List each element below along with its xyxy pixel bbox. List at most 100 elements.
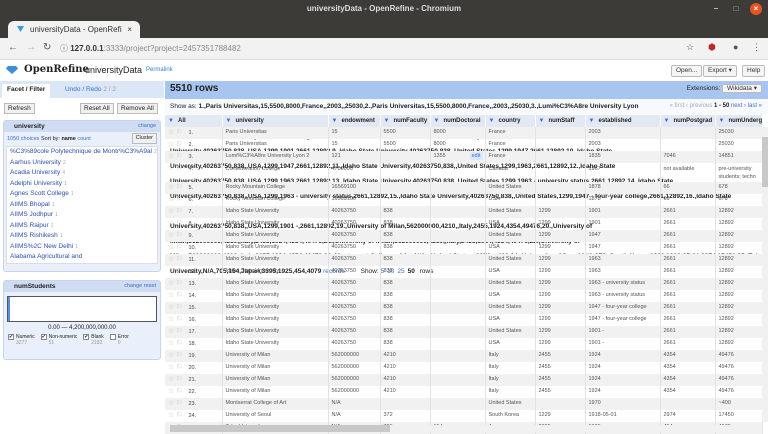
table-cell[interactable] [430,350,486,362]
table-cell[interactable]: 1878 [585,194,661,206]
facet-choice[interactable]: %C3%89cole Polytechnique de Montr%C3%A9a… [7,147,157,158]
table-cell[interactable]: Idaho State University [222,278,329,290]
table-cell[interactable]: 1299 [535,242,586,254]
table-cell[interactable]: University of Seoul [222,410,329,422]
table-cell[interactable]: 1924 [585,350,661,362]
table-cell[interactable]: University of Milan [222,374,329,386]
table-cell[interactable]: 372 [380,410,431,422]
column-header[interactable]: ▼ numStaff [535,115,586,127]
table-cell[interactable]: 838 [380,338,431,350]
table-cell[interactable]: 40263750 [328,254,381,266]
flag-icon[interactable]: ⚐ [176,141,184,148]
back-icon[interactable]: ← [8,42,18,53]
table-cell[interactable]: 1299 [535,266,586,278]
table-cell[interactable]: 1901 [585,206,661,218]
flag-icon[interactable]: ⚐ [176,412,184,419]
table-cell[interactable] [380,163,431,182]
table-cell[interactable]: Lumi%C3%A8re University Lyon 2 [222,151,329,163]
table-cell[interactable]: 838 [380,326,431,338]
forward-icon[interactable]: → [26,42,36,53]
flag-icon[interactable]: ⚐ [176,400,184,407]
facet-change-reset-link[interactable]: change reset [124,281,156,292]
table-cell[interactable]: 4354 [660,386,716,398]
table-cell[interactable]: 1901 - [585,326,661,338]
table-cell[interactable]: United States [485,398,536,410]
facet-check-2[interactable]: ✔ Blank 2182 [83,334,104,346]
table-cell[interactable]: 40263750 [328,290,381,302]
range-histogram[interactable] [7,296,157,322]
table-cell[interactable]: 1299 [535,302,586,314]
column-header[interactable]: ▼ country [485,115,536,127]
table-cell[interactable]: Idaho State University [222,242,329,254]
facet-check-1[interactable]: ✔ Non-numeric 51 [40,334,77,346]
flag-icon[interactable]: ⚐ [176,328,184,335]
star-icon[interactable]: ☆ [168,328,176,335]
star-icon[interactable]: ☆ [168,141,176,148]
table-cell[interactable]: Idaho State University [222,230,329,242]
table-cell[interactable] [430,398,486,410]
facet-choice[interactable]: Agnes Scott College 1 [7,189,157,200]
table-cell[interactable]: 2455 [535,374,586,386]
table-cell[interactable] [430,218,486,230]
table-cell[interactable]: Rocky Mountain College [222,194,329,206]
table-cell[interactable]: 66 [660,182,716,194]
table-cell[interactable] [430,266,486,278]
table-cell[interactable] [380,398,431,410]
facet-choice[interactable]: Acadia University 4 [7,168,157,179]
table-cell[interactable]: Idaho State University [222,314,329,326]
table-cell[interactable] [660,398,716,410]
flag-icon[interactable]: ⚐ [176,280,184,287]
table-cell[interactable]: 1835 [585,151,661,163]
column-menu-icon[interactable]: ▼ [332,118,339,125]
table-cell[interactable]: Montserrat College of Art [222,398,329,410]
table-cell[interactable]: 40263750 [328,326,381,338]
table-cell[interactable]: Paris Universitas [222,139,329,151]
table-cell[interactable]: 1355 edit [430,151,486,163]
export-button[interactable]: Export ▾ [703,65,737,77]
table-cell[interactable] [535,182,586,194]
column-menu-icon[interactable]: ▼ [719,118,726,125]
remove-all-button[interactable]: Remove All [117,103,158,114]
column-header[interactable]: ▼ numFaculty [380,115,431,127]
table-cell[interactable]: Idaho State University [222,218,329,230]
table-cell[interactable]: 16569100 [328,182,381,194]
table-cell[interactable]: 2661 [660,254,716,266]
table-cell[interactable]: 15 [328,127,381,139]
table-cell[interactable]: South Korea [485,410,536,422]
cell-edit-button[interactable]: edit [469,152,483,160]
table-cell[interactable] [430,230,486,242]
column-header[interactable]: ▼ established [585,115,661,127]
table-cell[interactable] [380,194,431,206]
star-icon[interactable]: ☆ [168,352,176,359]
star-icon[interactable]: ☆ [168,244,176,251]
star-icon[interactable]: ☆ [168,256,176,263]
column-menu-icon[interactable]: ▼ [168,118,175,125]
table-cell[interactable]: N/A [328,410,381,422]
table-cell[interactable]: 17450 [715,410,763,422]
flag-icon[interactable]: ⚐ [176,364,184,371]
checkbox[interactable]: ✔ [83,334,90,340]
table-cell[interactable]: 66 [660,194,716,206]
table-cell[interactable]: ~400 [715,398,763,410]
table-cell[interactable]: 1947 [585,242,661,254]
table-cell[interactable]: 678 [715,182,763,194]
table-cell[interactable]: 4354 [660,374,716,386]
table-cell[interactable] [430,242,486,254]
table-cell[interactable]: 1963 [585,254,661,266]
column-menu-icon[interactable]: ▼ [539,118,546,125]
table-cell[interactable]: Italy [485,374,536,386]
checkbox[interactable]: ✔ [8,334,14,340]
menu-icon[interactable]: ⋮ [752,42,761,53]
table-cell[interactable]: 15 [328,139,381,151]
checkbox[interactable]: ✔ [40,334,47,340]
table-cell[interactable]: 12892 [715,242,763,254]
table-cell[interactable]: 12892 [715,302,763,314]
star-icon[interactable]: ☆ [168,304,176,311]
table-cell[interactable]: 1299 [535,290,586,302]
table-cell[interactable]: 838 [380,230,431,242]
table-cell[interactable]: 1947 - four-year college [585,314,661,326]
sort-count[interactable]: count [77,136,90,142]
table-cell[interactable] [535,194,586,206]
column-menu-icon[interactable]: ▼ [434,118,441,125]
table-cell[interactable]: 12892 [715,206,763,218]
